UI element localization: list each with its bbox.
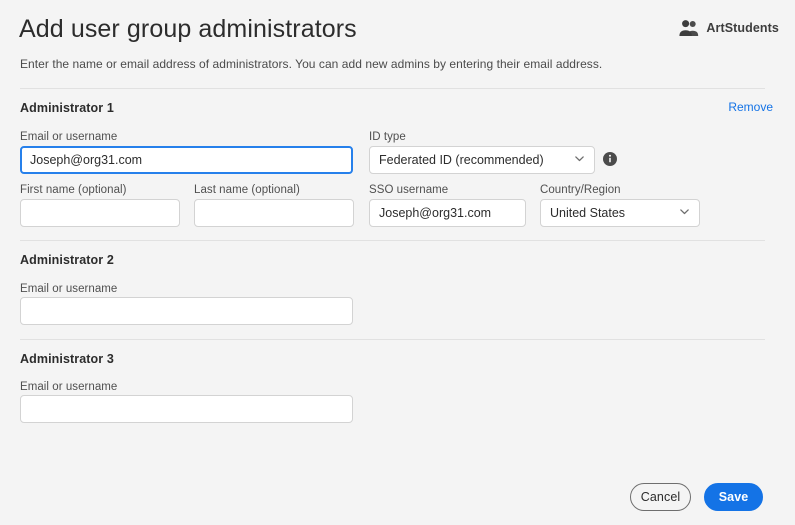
section-title-administrator-1: Administrator 1 — [20, 101, 114, 115]
email-or-username-input-1[interactable] — [20, 146, 353, 174]
country-region-select-1[interactable]: United States — [540, 199, 700, 227]
label-id-type-1: ID type — [369, 131, 406, 143]
label-email-or-username-3: Email or username — [20, 381, 118, 393]
country-region-value-1: United States — [550, 206, 626, 220]
sso-username-input-1[interactable] — [369, 199, 526, 227]
last-name-input-1[interactable] — [194, 199, 354, 227]
email-or-username-input-2[interactable] — [20, 297, 353, 325]
user-group-icon — [679, 19, 699, 37]
email-or-username-input-3[interactable] — [20, 395, 353, 423]
cancel-button[interactable]: Cancel — [630, 483, 691, 511]
remove-administrator-1-link[interactable]: Remove — [728, 100, 773, 114]
info-icon[interactable] — [603, 152, 617, 166]
brand-badge: ArtStudents — [679, 19, 779, 37]
divider-admin-1 — [20, 88, 765, 89]
id-type-value-1: Federated ID (recommended) — [379, 153, 544, 167]
label-email-or-username-2: Email or username — [20, 283, 118, 295]
divider-admin-2 — [20, 240, 765, 241]
label-first-name-1: First name (optional) — [20, 184, 127, 196]
save-button[interactable]: Save — [704, 483, 763, 511]
label-last-name-1: Last name (optional) — [194, 184, 300, 196]
label-sso-username-1: SSO username — [369, 184, 449, 196]
first-name-input-1[interactable] — [20, 199, 180, 227]
section-title-administrator-2: Administrator 2 — [20, 253, 114, 267]
divider-admin-3 — [20, 339, 765, 340]
brand-name: ArtStudents — [706, 21, 779, 35]
add-user-group-administrators-page: ArtStudents Add user group administrator… — [0, 0, 795, 525]
label-email-or-username-1: Email or username — [20, 131, 118, 143]
section-title-administrator-3: Administrator 3 — [20, 352, 114, 366]
page-description: Enter the name or email address of admin… — [20, 57, 603, 71]
label-country-region-1: Country/Region — [540, 184, 621, 196]
chevron-down-icon — [568, 151, 585, 169]
chevron-down-icon — [673, 204, 690, 222]
page-title: Add user group administrators — [19, 15, 357, 43]
id-type-select-1[interactable]: Federated ID (recommended) — [369, 146, 595, 174]
